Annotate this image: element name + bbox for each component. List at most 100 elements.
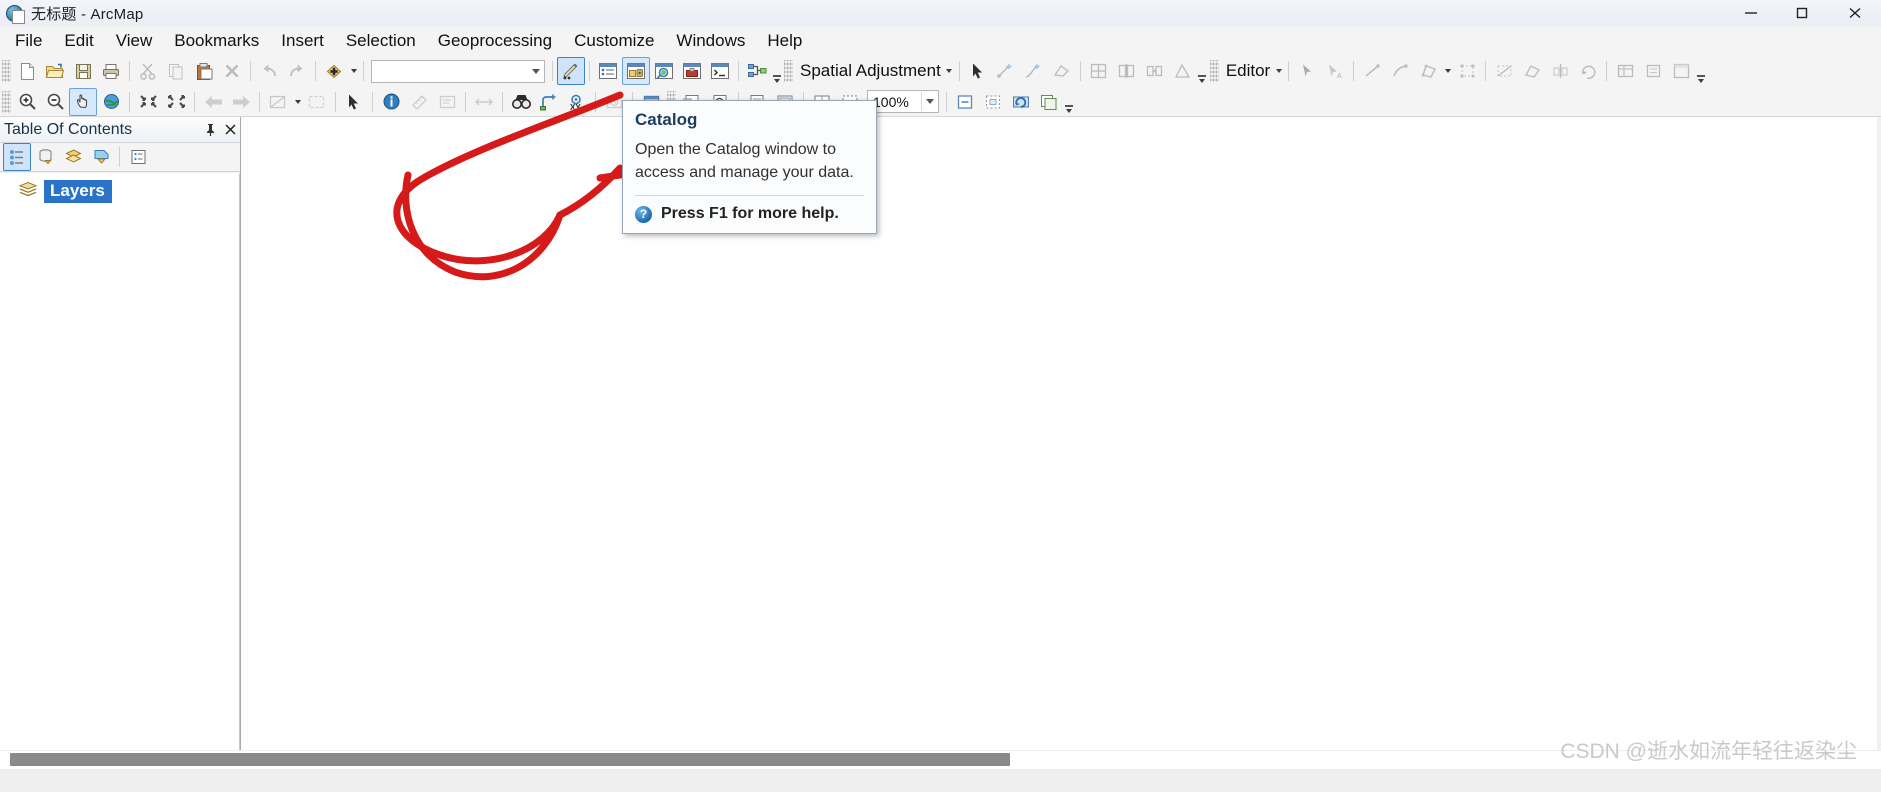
scrollbar-thumb[interactable] bbox=[10, 753, 1010, 766]
catalog-icon[interactable] bbox=[622, 57, 650, 85]
list-by-source-icon[interactable] bbox=[31, 143, 59, 171]
edit-annotation-tool-icon[interactable]: A bbox=[1321, 57, 1349, 85]
go-forward-extent-icon[interactable] bbox=[227, 88, 255, 116]
menu-item-bookmarks[interactable]: Bookmarks bbox=[163, 27, 270, 55]
add-data-icon[interactable] bbox=[320, 57, 348, 85]
menu-item-edit[interactable]: Edit bbox=[53, 27, 104, 55]
pan-icon[interactable] bbox=[69, 87, 97, 116]
undo-icon[interactable] bbox=[255, 57, 283, 85]
create-features-icon[interactable] bbox=[1414, 57, 1442, 85]
select-elements-icon[interactable] bbox=[340, 88, 368, 116]
menu-item-view[interactable]: View bbox=[105, 27, 164, 55]
adjust-icon[interactable] bbox=[1169, 57, 1197, 85]
new-multipoint-link-icon[interactable] bbox=[1048, 57, 1076, 85]
select-elements-icon[interactable] bbox=[964, 57, 992, 85]
toolbar-grip[interactable] bbox=[2, 90, 11, 113]
full-extent-icon[interactable] bbox=[97, 88, 125, 116]
toolbar-overflow-icon[interactable] bbox=[1695, 57, 1706, 86]
clear-selection-icon[interactable] bbox=[303, 88, 331, 116]
new-identity-link-icon[interactable] bbox=[1020, 57, 1048, 85]
create-features-dropdown-icon[interactable] bbox=[1442, 58, 1453, 84]
select-features-icon[interactable] bbox=[264, 88, 292, 116]
pin-icon[interactable] bbox=[200, 119, 220, 141]
options-icon[interactable] bbox=[124, 143, 152, 171]
list-by-selection-icon[interactable] bbox=[87, 143, 115, 171]
close-icon[interactable] bbox=[1829, 0, 1881, 26]
editor-dropdown-icon[interactable] bbox=[1273, 58, 1284, 84]
python-window-icon[interactable] bbox=[706, 57, 734, 85]
cut-polygons-icon[interactable] bbox=[1518, 57, 1546, 85]
spatial-adjustment-menu[interactable]: Spatial Adjustment bbox=[795, 61, 944, 81]
attributes-icon[interactable] bbox=[1611, 57, 1639, 85]
list-by-drawing-order-icon[interactable] bbox=[3, 143, 31, 171]
cut-icon[interactable] bbox=[134, 57, 162, 85]
editor-menu[interactable]: Editor bbox=[1221, 61, 1273, 81]
toolbar-overflow-icon[interactable] bbox=[771, 57, 782, 86]
edge-match-icon[interactable] bbox=[1113, 57, 1141, 85]
print-icon[interactable] bbox=[97, 57, 125, 85]
menu-item-insert[interactable]: Insert bbox=[270, 27, 335, 55]
toc-tree[interactable]: Layers bbox=[0, 173, 240, 769]
rotate-tool-icon[interactable] bbox=[1574, 57, 1602, 85]
search-window-icon[interactable] bbox=[650, 57, 678, 85]
editor-toolbar-icon[interactable] bbox=[557, 57, 585, 85]
chevron-down-icon[interactable] bbox=[527, 62, 544, 81]
minimize-icon[interactable] bbox=[1725, 0, 1777, 26]
maximize-icon[interactable] bbox=[1777, 0, 1829, 26]
table-of-contents-icon[interactable] bbox=[594, 57, 622, 85]
paste-icon[interactable] bbox=[190, 57, 218, 85]
model-builder-icon[interactable] bbox=[743, 57, 771, 85]
sketch-properties-icon[interactable] bbox=[1639, 57, 1667, 85]
close-icon[interactable] bbox=[220, 119, 240, 141]
menu-item-selection[interactable]: Selection bbox=[335, 27, 427, 55]
chevron-down-icon[interactable] bbox=[921, 92, 938, 111]
split-tool-icon[interactable] bbox=[1546, 57, 1574, 85]
menu-item-file[interactable]: File bbox=[4, 27, 53, 55]
toolbar-grip[interactable] bbox=[1209, 60, 1219, 82]
copy-icon[interactable] bbox=[162, 57, 190, 85]
menu-item-windows[interactable]: Windows bbox=[665, 27, 756, 55]
menu-item-customize[interactable]: Customize bbox=[563, 27, 665, 55]
find-route-icon[interactable] bbox=[535, 88, 563, 116]
reshape-feature-icon[interactable] bbox=[1490, 57, 1518, 85]
select-features-dropdown-icon[interactable] bbox=[292, 89, 303, 115]
open-document-icon[interactable] bbox=[41, 57, 69, 85]
toolbar-overflow-icon[interactable] bbox=[1063, 87, 1074, 116]
new-displacement-link-icon[interactable] bbox=[992, 57, 1020, 85]
zoom-out-icon[interactable] bbox=[41, 88, 69, 116]
menu-item-geoprocessing[interactable]: Geoprocessing bbox=[427, 27, 563, 55]
new-map-icon[interactable] bbox=[13, 57, 41, 85]
zoom-percent-combo[interactable]: 100% bbox=[867, 90, 939, 113]
measure-icon[interactable] bbox=[405, 88, 433, 116]
go-back-extent-icon[interactable] bbox=[199, 88, 227, 116]
html-popup-icon[interactable] bbox=[433, 88, 461, 116]
save-icon[interactable] bbox=[69, 57, 97, 85]
toolbar-grip[interactable] bbox=[784, 60, 793, 82]
map-vertical-scrollbar[interactable] bbox=[1877, 117, 1881, 769]
fixed-zoom-in-icon[interactable] bbox=[134, 88, 162, 116]
end-point-arc-segment-icon[interactable] bbox=[1386, 57, 1414, 85]
map-scale-combo[interactable] bbox=[371, 59, 545, 83]
spatial-adjustment-dropdown-icon[interactable] bbox=[944, 58, 955, 84]
attribute-transfer-icon[interactable] bbox=[1141, 57, 1169, 85]
menu-item-help[interactable]: Help bbox=[756, 27, 813, 55]
refresh-view-icon[interactable] bbox=[1007, 88, 1035, 116]
identify-icon[interactable] bbox=[377, 88, 405, 116]
fixed-zoom-out-icon[interactable] bbox=[162, 88, 190, 116]
add-data-dropdown-icon[interactable] bbox=[348, 58, 359, 84]
edit-tool-icon[interactable] bbox=[1293, 57, 1321, 85]
toggle-draft-mode-icon[interactable] bbox=[951, 88, 979, 116]
go-to-xy-icon[interactable]: XY bbox=[563, 88, 591, 116]
redo-icon[interactable] bbox=[283, 57, 311, 85]
toolbar-overflow-icon[interactable] bbox=[1197, 57, 1208, 86]
list-by-visibility-icon[interactable] bbox=[59, 143, 87, 171]
zoom-in-icon[interactable] bbox=[13, 88, 41, 116]
time-slider-icon[interactable] bbox=[470, 88, 498, 116]
arctoolbox-icon[interactable] bbox=[678, 57, 706, 85]
zoom-to-selected-elements-icon[interactable] bbox=[979, 88, 1007, 116]
straight-segment-icon[interactable] bbox=[1358, 57, 1386, 85]
view-link-table-icon[interactable] bbox=[1085, 57, 1113, 85]
map-canvas[interactable] bbox=[240, 117, 1881, 769]
copy-view-icon[interactable] bbox=[1035, 88, 1063, 116]
find-icon[interactable] bbox=[507, 88, 535, 116]
